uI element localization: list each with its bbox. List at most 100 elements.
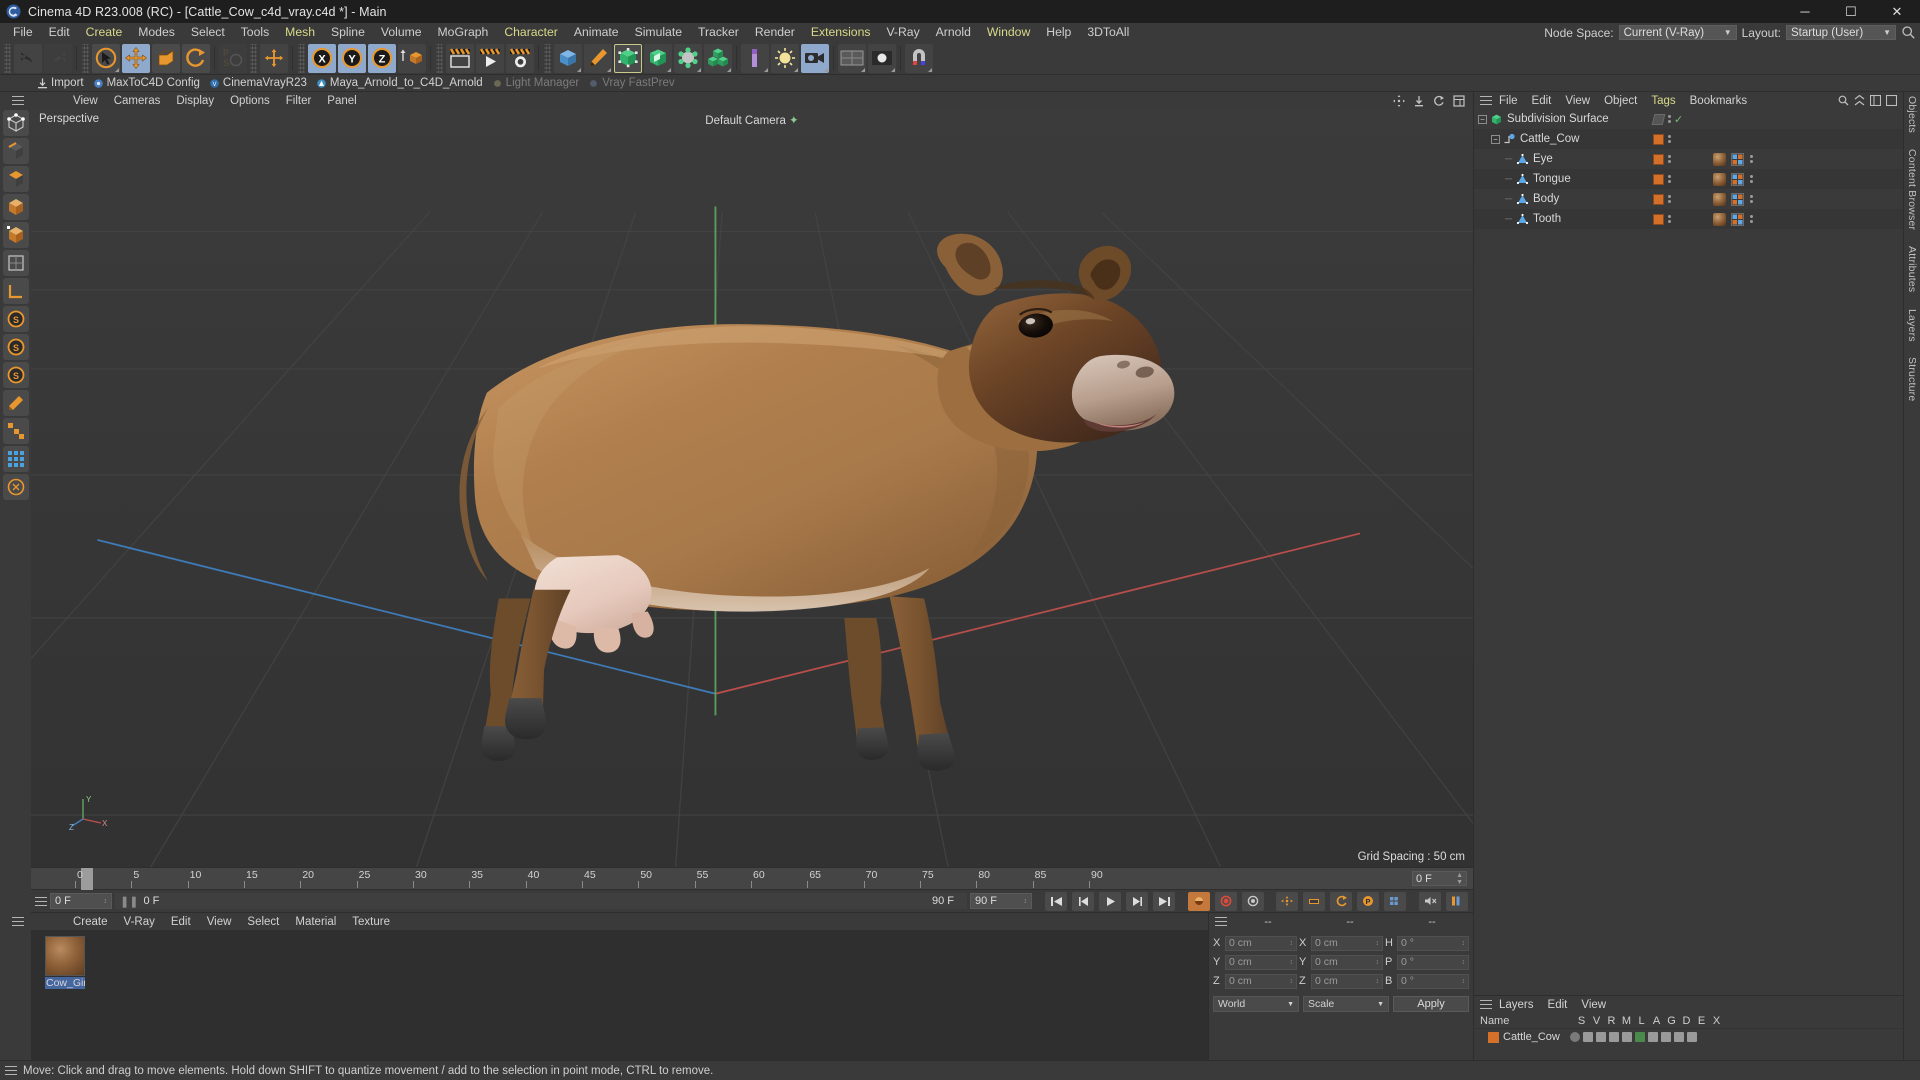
minimize-button[interactable]: ─ [1782, 0, 1828, 23]
layer-col-d[interactable]: D [1679, 1015, 1694, 1027]
object-texture-tags[interactable] [1707, 169, 1903, 189]
material-list[interactable]: Cow_Gin [31, 930, 1208, 1060]
soft-selection-button[interactable]: S [2, 362, 29, 388]
menu-item-help[interactable]: Help [1038, 23, 1079, 42]
timeline-current-frame-field[interactable]: 0 F ▲ ▼ [1412, 871, 1467, 886]
timeline-ruler[interactable]: 0 5 10 15 20 25 30 35 40 45 50 55 60 65 70 75 80 85 90 0 F… [31, 867, 1473, 890]
rotate-tool-button[interactable] [182, 43, 210, 73]
plugin-import[interactable]: Import [34, 75, 90, 92]
material-menu-select[interactable]: Select [239, 916, 287, 928]
object-row-cattle-cow[interactable]: − Cattle_Cow [1474, 129, 1649, 149]
menu-item-select[interactable]: Select [183, 23, 233, 42]
material-tag-icon[interactable] [1653, 133, 1664, 145]
polygon-mode-button[interactable] [2, 166, 29, 192]
layer-col-x[interactable]: X [1709, 1015, 1724, 1027]
object-row-tongue[interactable]: ─ Tongue [1474, 169, 1649, 189]
layer-row[interactable]: Cattle_Cow [1474, 1029, 1903, 1045]
menu-item-simulate[interactable]: Simulate [627, 23, 690, 42]
menu-item-animate[interactable]: Animate [566, 23, 627, 42]
object-row-body[interactable]: ─ Body [1474, 189, 1649, 209]
menu-item-arnold[interactable]: Arnold [928, 23, 979, 42]
uvw-tag-icon[interactable] [1731, 212, 1744, 226]
texture-tag-icon[interactable] [1713, 152, 1726, 166]
maximize-viewport-icon[interactable] [1453, 94, 1465, 107]
z-axis-toggle-button[interactable]: Z [368, 43, 396, 73]
object-tags[interactable]: ✓ [1649, 109, 1707, 129]
parameter-key-button[interactable]: P [1357, 891, 1379, 911]
object-tags[interactable] [1649, 209, 1707, 229]
plugin-cinemavrayr23[interactable]: V CinemaVrayR23 [206, 75, 313, 92]
viewport-hamburger-icon[interactable] [12, 96, 24, 105]
object-texture-tags[interactable] [1707, 209, 1903, 229]
object-tags[interactable] [1649, 149, 1707, 169]
close-button[interactable]: ✕ [1874, 0, 1920, 23]
light-button[interactable] [771, 43, 799, 73]
viewport-menu-filter[interactable]: Filter [278, 95, 320, 107]
ps-workplane-button[interactable]: PS [219, 43, 247, 73]
menu-item-file[interactable]: File [5, 23, 41, 42]
previous-frame-button[interactable] [1072, 891, 1094, 911]
mute-sound-button[interactable] [1419, 891, 1441, 911]
object-menu-tags[interactable]: Tags [1644, 95, 1682, 107]
material-hamburger-icon[interactable] [12, 917, 24, 926]
material-menu-create[interactable]: Create [65, 916, 116, 928]
world-object-coordinate-button[interactable] [398, 43, 426, 73]
go-to-end-button[interactable] [1153, 891, 1175, 911]
coord-size-z-field[interactable]: 0 cm ↕ [1311, 973, 1383, 989]
texture-tag-icon[interactable] [1713, 172, 1726, 186]
model-mode-button[interactable] [2, 194, 29, 220]
preview-range-field[interactable]: ❚❚ 0 F 90 F [115, 893, 967, 909]
coord-size-x-field[interactable]: 0 cm ↕ [1311, 935, 1383, 951]
environment-button[interactable] [868, 43, 896, 73]
texture-mode-button[interactable] [2, 250, 29, 276]
search-icon[interactable] [1901, 25, 1916, 40]
orbit-icon[interactable] [1433, 95, 1445, 107]
mograph-cloner-button[interactable] [704, 43, 732, 73]
coord-size-y-field[interactable]: 0 cm ↕ [1311, 954, 1383, 970]
dolly-icon[interactable] [1413, 95, 1425, 107]
toolbar-grip[interactable] [4, 43, 11, 73]
layer-col-e[interactable]: E [1694, 1015, 1709, 1027]
menu-item-volume[interactable]: Volume [373, 23, 430, 42]
menu-item-extensions[interactable]: Extensions [803, 23, 879, 42]
object-hamburger-icon[interactable] [1480, 96, 1492, 105]
transport-hamburger-icon[interactable] [35, 896, 47, 906]
array-generator-button[interactable] [644, 43, 672, 73]
uvw-tag-icon[interactable] [1731, 192, 1744, 206]
expand-toggle-icon[interactable]: − [1478, 114, 1487, 124]
object-layout-icon[interactable] [1870, 95, 1881, 106]
toolbar-grip[interactable] [544, 43, 551, 73]
camera-button[interactable] [801, 43, 829, 73]
redo-button[interactable] [44, 43, 72, 73]
record-active-objects-button[interactable] [1188, 891, 1210, 911]
layer-col-m[interactable]: M [1619, 1015, 1634, 1027]
menu-item-edit[interactable]: Edit [41, 23, 78, 42]
menu-item-character[interactable]: Character [496, 23, 566, 42]
layer-col-l[interactable]: L [1634, 1015, 1649, 1027]
world-axis-move-button[interactable] [260, 43, 288, 73]
scale-key-button[interactable] [1303, 891, 1325, 911]
xpresso-button[interactable] [741, 43, 769, 73]
scale-tool-button[interactable] [152, 43, 180, 73]
layer-menu-view[interactable]: View [1574, 999, 1613, 1011]
layer-menu-layers[interactable]: Layers [1492, 999, 1541, 1011]
object-texture-tags[interactable] [1707, 149, 1903, 169]
material-tag-icon[interactable] [1653, 173, 1664, 185]
viewport-solo-button[interactable]: S [2, 334, 29, 360]
uvw-tag-icon[interactable] [1731, 172, 1744, 186]
layer-col-g[interactable]: G [1664, 1015, 1679, 1027]
render-to-picture-viewer-button[interactable] [476, 43, 504, 73]
menu-item-v-ray[interactable]: V-Ray [878, 23, 927, 42]
object-tags[interactable] [1649, 169, 1707, 189]
coordinate-space-select[interactable]: World ▼ [1213, 996, 1299, 1012]
move-tool-button[interactable] [122, 43, 150, 73]
edge-tab-content-browser[interactable]: Content Browser [1906, 149, 1918, 230]
coordinate-mode-select[interactable]: Scale ▼ [1303, 996, 1389, 1012]
deformer-button[interactable] [674, 43, 702, 73]
edge-tab-layers[interactable]: Layers [1906, 309, 1918, 342]
material-menu-view[interactable]: View [199, 916, 240, 928]
toolbar-grip[interactable] [436, 43, 443, 73]
live-selection-tool-button[interactable] [92, 43, 120, 73]
layer-col-v[interactable]: V [1589, 1015, 1604, 1027]
object-menu-object[interactable]: Object [1597, 95, 1644, 107]
